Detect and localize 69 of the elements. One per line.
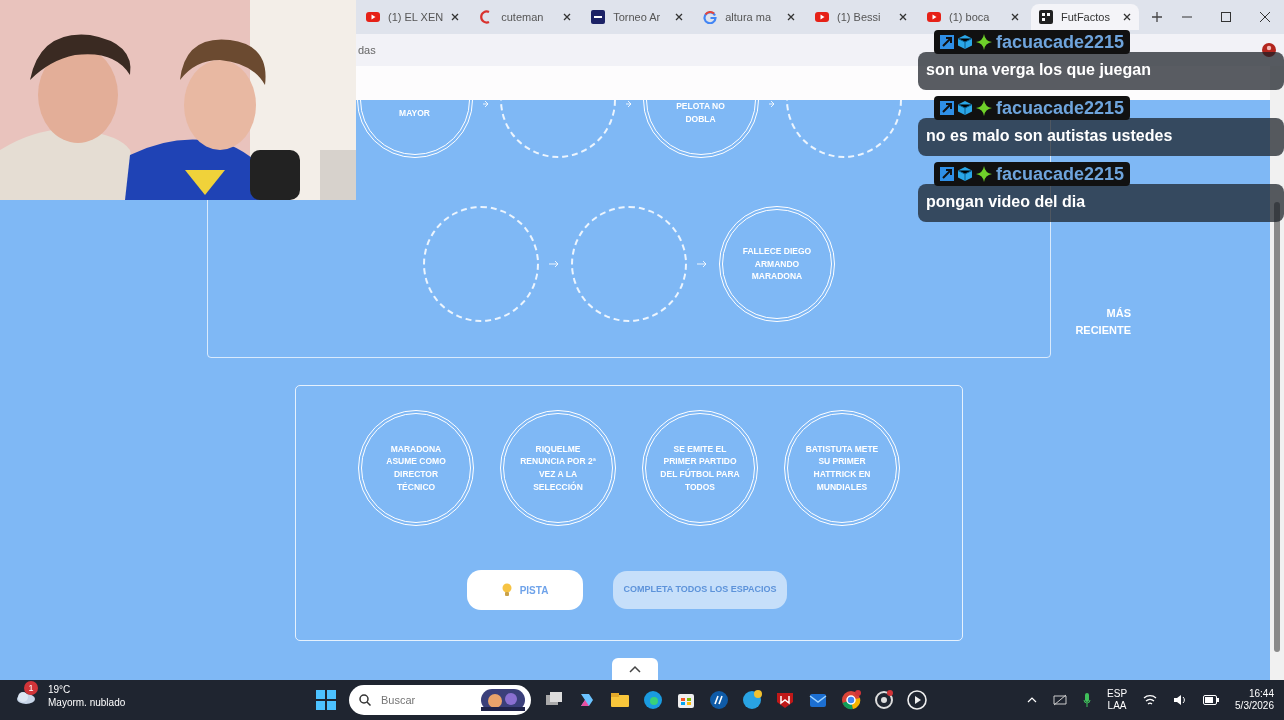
tab-icon [591,10,606,24]
chrome-icon[interactable] [841,690,861,710]
close-icon[interactable] [1122,13,1131,21]
tab-icon [366,10,380,24]
close-icon[interactable] [899,13,908,21]
windows-icon[interactable] [316,690,336,710]
new-tab-icon[interactable] [1150,11,1163,23]
browser-tab[interactable]: altura ma [695,4,804,30]
close-icon[interactable] [563,13,572,21]
sparkle-icon [976,34,992,50]
search-highlight-icon [481,689,525,711]
microphone-icon[interactable] [1083,693,1092,707]
wifi-icon[interactable] [1143,694,1158,706]
search-field[interactable]: Buscar [349,685,531,715]
close-icon[interactable] [1258,11,1271,23]
browser-icon[interactable] [643,690,663,710]
end-label: MÁS RECIENTE [1074,305,1131,339]
scroll-top-button[interactable] [612,658,658,680]
play-icon[interactable] [907,690,927,710]
close-icon[interactable] [675,13,684,21]
search-input[interactable]: Buscar [379,690,473,710]
network-icon[interactable] [1053,694,1068,706]
close-icon[interactable] [1011,13,1019,21]
sparkle-icon [976,166,992,182]
badge-icon [940,101,954,115]
sparkle-icon [976,100,992,116]
language-code[interactable]: ESP [1107,687,1128,700]
browser-tab[interactable]: (1) EL XEN [358,4,468,30]
chat-username: facuacade2215 [996,164,1125,184]
cube-icon [958,35,972,49]
tab-icon [927,10,942,24]
address-text: das [358,42,376,58]
badge-icon [940,167,954,181]
chat-username: facuacade2215 [996,98,1125,118]
cube-icon [958,101,972,115]
browser-tab[interactable]: Torneo Ar [583,4,692,30]
browser-tab[interactable]: FutFactos [1031,4,1139,30]
tab-icon [703,10,718,24]
clock-time[interactable]: 16:44 [1235,687,1274,700]
notification-badge: 1 [24,681,38,695]
close-icon[interactable] [787,13,796,21]
chat-message: pongan video del dia [918,184,1284,222]
browser-tab[interactable]: (1) Bessi [807,4,916,30]
maximize-icon[interactable] [1219,11,1232,23]
cube-icon [958,167,972,181]
chat-username: facuacade2215 [996,32,1125,52]
caret-icon[interactable] [1027,697,1038,703]
volume-icon[interactable] [1173,694,1188,706]
search-icon [359,694,371,706]
badge-icon [940,35,954,49]
arrow-icon [549,260,561,268]
temperature: 19°C [48,684,72,697]
tab-icon [815,10,830,24]
close-icon[interactable] [451,13,460,21]
folder-icon[interactable] [610,690,630,710]
tab-icon [1039,10,1053,24]
camera-icon[interactable] [874,690,894,710]
caret-icon [629,665,641,673]
battery-icon[interactable] [1203,695,1220,705]
shield-icon[interactable] [775,690,795,710]
weather-text: Mayorm. nublado [48,696,126,709]
browser-tab[interactable]: cuteman [471,4,580,30]
lightbulb-icon [501,583,512,597]
keyboard-layout[interactable]: LAA [1107,700,1128,713]
chat-message: no es malo son autistas ustedes [918,118,1284,156]
browser-tab[interactable]: (1) boca [919,4,1027,30]
chat-message: son una verga los que juegan [918,52,1284,90]
clock-date[interactable]: 5/3/2026 [1235,700,1274,713]
arrow-icon [697,260,709,268]
